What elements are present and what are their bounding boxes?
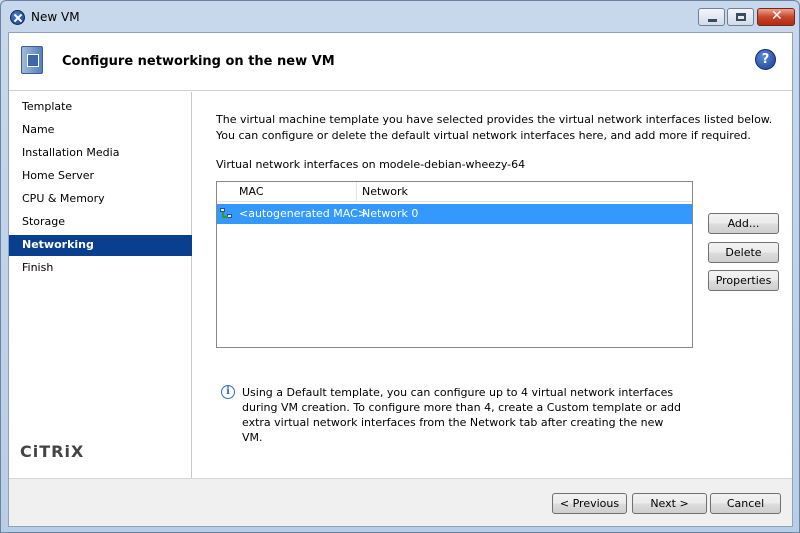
sidebar-item-finish[interactable]: Finish [9,258,192,279]
cell-network: Network 0 [362,207,419,220]
network-interface-icon [219,207,233,220]
window-title: New VM [31,10,80,24]
minimize-button[interactable] [698,8,725,26]
wizard-footer: < Previous Next > Cancel [9,478,792,526]
sidebar-item-storage[interactable]: Storage [9,212,192,233]
xencenter-app-icon [10,10,25,25]
networking-page: The virtual machine template you have se… [193,92,792,478]
maximize-button[interactable] [727,8,754,26]
intro-text: The virtual machine template you have se… [216,113,773,142]
next-button[interactable]: Next > [632,493,707,514]
sidebar-item-cpu-memory[interactable]: CPU & Memory [9,189,192,210]
interfaces-list-label: Virtual network interfaces on modele-deb… [216,158,526,171]
close-button[interactable]: ✕ [757,8,795,26]
network-interfaces-list[interactable]: MAC Network <autogenerated MAC> Network … [216,181,693,348]
column-header-network[interactable]: Network [357,182,495,202]
page-title: Configure networking on the new VM [62,54,335,69]
list-header: MAC Network [217,182,692,202]
maximize-icon [736,13,746,21]
delete-button[interactable]: Delete [708,242,779,263]
cell-mac: <autogenerated MAC> [239,207,368,220]
close-icon: ✕ [771,8,783,24]
info-text: Using a Default template, you can config… [242,386,682,444]
properties-button[interactable]: Properties [708,270,779,291]
add-button[interactable]: Add... [708,213,779,234]
help-icon[interactable]: ? [755,49,776,70]
sidebar-item-home-server[interactable]: Home Server [9,166,192,187]
cancel-button[interactable]: Cancel [710,493,781,514]
table-row[interactable]: <autogenerated MAC> Network 0 [217,204,692,224]
vm-icon [21,46,43,74]
wizard-steps-sidebar: Template Name Installation Media Home Se… [9,92,192,478]
title-bar[interactable]: New VM ✕ [1,1,799,33]
sidebar-item-networking[interactable]: Networking [9,235,192,256]
column-header-mac[interactable]: MAC [234,182,357,202]
wizard-body: Configure networking on the new VM ? Tem… [8,32,793,527]
new-vm-window: New VM ✕ Configure networking on the new… [0,0,800,533]
citrix-logo: CiTRiX [20,442,85,461]
previous-button[interactable]: < Previous [552,493,627,514]
minimize-icon [708,19,717,22]
info-icon: i [221,385,235,399]
wizard-header: Configure networking on the new VM ? [9,33,792,91]
sidebar-item-installation-media[interactable]: Installation Media [9,143,192,164]
sidebar-item-name[interactable]: Name [9,120,192,141]
sidebar-item-template[interactable]: Template [9,97,192,118]
